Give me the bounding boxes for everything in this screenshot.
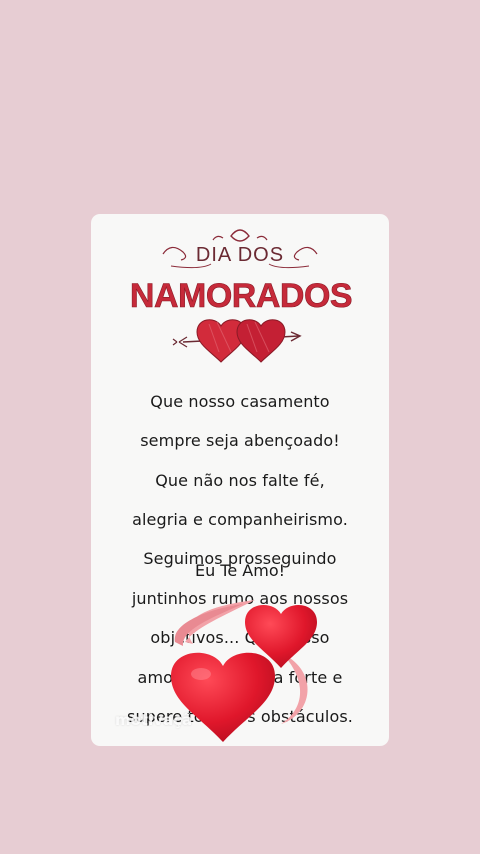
closing-text: Eu Te Amo! <box>194 561 286 580</box>
message-line: Que nosso casamento <box>150 391 330 411</box>
banner-line-2: NAMORADOS <box>130 277 352 315</box>
message-line: alegria e companheirismo. <box>132 509 348 529</box>
message-line: Que não nos falte fé, <box>155 470 325 490</box>
dia-dos-namorados-banner: DIA DOS NAMORADOS <box>130 229 353 363</box>
hearts-arrow-icon <box>172 319 302 363</box>
watermark-label: motivaçã <box>115 711 193 729</box>
watermark-text: motivaçã <box>91 711 305 729</box>
message-card: DIA DOS NAMORADOS Que nosso casamento se… <box>91 214 389 746</box>
banner-line-1: DIA DOS <box>196 244 284 266</box>
message-line: sempre seja abençoado! <box>140 431 340 451</box>
